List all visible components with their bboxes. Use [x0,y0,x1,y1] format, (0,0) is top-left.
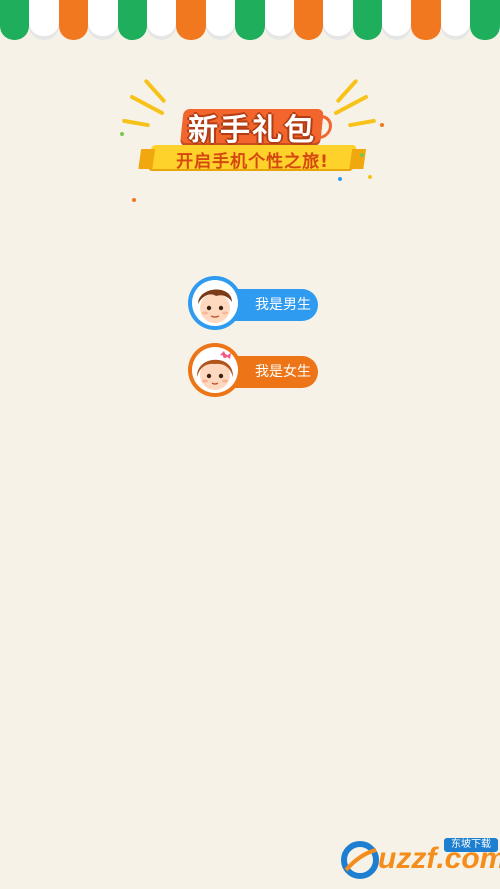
awning-decoration [0,0,500,40]
newbie-gift-banner: 新手礼包 开启手机个性之旅! [120,78,384,210]
boy-face-icon [198,289,232,323]
girl-label: 我是女生 [255,364,311,380]
girl-option-button[interactable]: 我是女生 [188,343,320,397]
boy-option-button[interactable]: 我是男生 [188,276,320,330]
banner-title: 新手礼包 [188,113,316,148]
boy-label: 我是男生 [255,297,311,313]
logo-tag: 东坡下载 [444,838,498,852]
uzzf-logo-icon [341,841,379,879]
banner-subtitle: 开启手机个性之旅! [176,152,329,172]
boy-avatar [188,276,242,330]
uzzf-watermark-logo: uzzf.com 东坡下载 [340,836,500,882]
girl-avatar [188,343,242,397]
girl-face-icon [196,351,234,390]
